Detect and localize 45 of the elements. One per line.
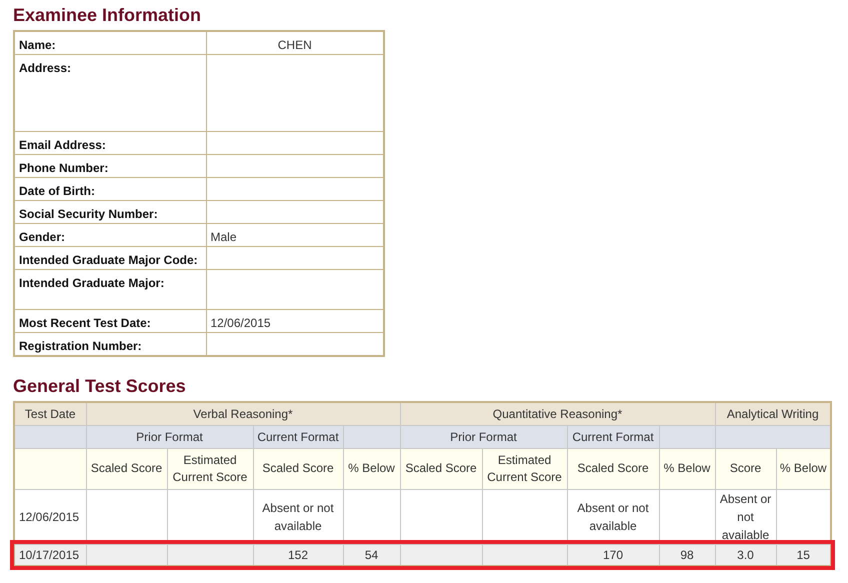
column-header: Current Format (572, 430, 654, 444)
column-header: Scaled Score (405, 461, 477, 475)
field-label: Social Security Number: (19, 207, 158, 221)
column-header: Quantitative Reasoning* (492, 406, 622, 421)
table-cell: 15 (796, 548, 810, 562)
field-label: Date of Birth: (19, 184, 95, 198)
section-title: General Test Scores (13, 375, 187, 397)
table-cell: Absent or not available (720, 492, 772, 542)
column-header: % Below (664, 461, 710, 475)
table-cell: 98 (680, 548, 694, 562)
field-value: CHEN (278, 38, 312, 52)
table-cell: 3.0 (737, 548, 754, 562)
field-label: Email Address: (19, 138, 106, 152)
column-header: Prior Format (450, 430, 517, 444)
field-label: Most Recent Test Date: (19, 316, 151, 330)
table-cell: 54 (364, 548, 378, 562)
table-cell: Absent or not available (577, 500, 649, 532)
table-cell: Absent or not available (262, 500, 334, 532)
column-header: Test Date (24, 406, 76, 421)
field-label: Intended Graduate Major: (19, 276, 164, 290)
column-header: Estimated Current Score (487, 452, 562, 484)
field-label: Name: (19, 38, 56, 52)
field-value: Male (210, 230, 237, 244)
section-title: Examinee Information (13, 4, 202, 26)
field-label: Phone Number: (19, 161, 108, 175)
column-header: Score (730, 461, 762, 475)
field-value: 12/06/2015 (210, 316, 271, 330)
field-label: Intended Graduate Major Code: (19, 253, 198, 267)
column-header: Current Format (257, 430, 339, 444)
column-header: Verbal Reasoning* (193, 406, 293, 421)
field-label: Registration Number: (19, 339, 142, 353)
table-cell: 12/06/2015 (19, 510, 80, 524)
field-label: Address: (19, 61, 72, 75)
column-header: Scaled Score (577, 461, 649, 475)
column-header: Scaled Score (90, 461, 162, 475)
table-cell: 152 (288, 548, 308, 562)
column-header: Prior Format (136, 430, 203, 444)
table-cell: 170 (602, 548, 624, 562)
field-label: Gender: (19, 230, 66, 244)
column-header: % Below (348, 461, 395, 475)
column-header: Scaled Score (262, 461, 334, 475)
table-cell: 10/17/2015 (19, 548, 80, 562)
column-header: Analytical Writing (726, 406, 819, 421)
column-header: Estimated Current Score (172, 452, 248, 484)
column-header: % Below (780, 461, 827, 475)
